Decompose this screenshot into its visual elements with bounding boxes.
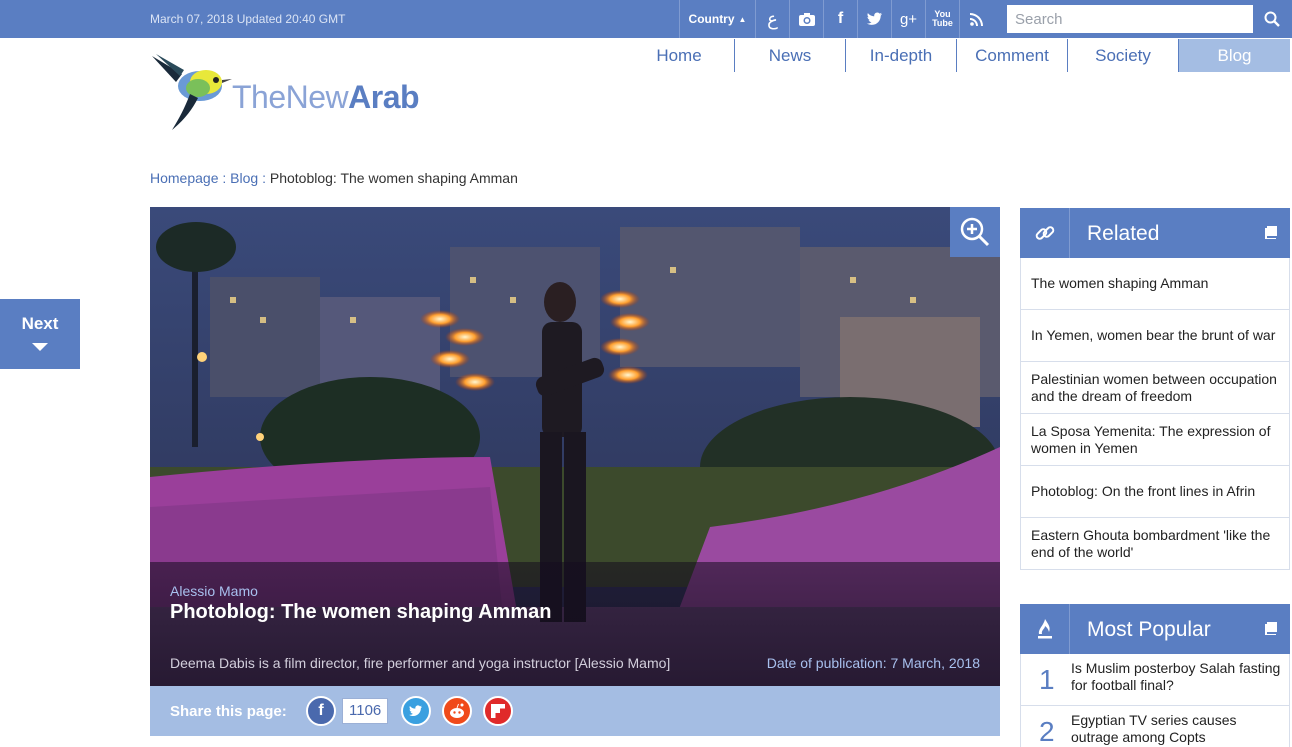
site-logo[interactable]: TheNewArab <box>150 50 450 134</box>
search-input[interactable] <box>1007 5 1253 33</box>
publication-date: Date of publication: 7 March, 2018 <box>766 655 980 671</box>
link-icon <box>1020 208 1070 258</box>
flipboard-share-button[interactable] <box>483 696 513 726</box>
related-item[interactable]: La Sposa Yemenita: The expression of wom… <box>1020 414 1290 466</box>
most-popular-panel: Most Popular 1 Is Muslim posterboy Salah… <box>1020 604 1290 747</box>
google-plus-icon[interactable]: g+ <box>891 0 925 38</box>
rss-icon[interactable] <box>959 0 993 38</box>
related-panel: Related The women shaping Amman In Yemen… <box>1020 208 1290 570</box>
hero-photo: Alessio Mamo Photoblog: The women shapin… <box>150 207 1000 686</box>
breadcrumb-separator: : <box>258 170 270 186</box>
logo-text-light: TheNew <box>232 79 349 115</box>
facebook-icon: f <box>318 702 324 719</box>
next-article-tab[interactable]: Next <box>0 299 80 369</box>
related-item[interactable]: In Yemen, women bear the brunt of war <box>1020 310 1290 362</box>
logo-text-bold: Arab <box>348 79 420 115</box>
main-nav: Home News In-depth Comment Society Blog <box>624 39 1290 72</box>
related-title: Related <box>1087 222 1160 245</box>
nav-blog[interactable]: Blog <box>1179 39 1290 72</box>
breadcrumb-blog[interactable]: Blog <box>230 170 258 186</box>
nav-news[interactable]: News <box>735 39 846 72</box>
country-selector[interactable]: Country ▲ <box>679 0 755 38</box>
arabic-label: ع <box>767 8 778 29</box>
twitter-icon <box>409 705 422 717</box>
breadcrumb: Homepage : Blog : Photoblog: The women s… <box>150 170 518 186</box>
caret-up-icon: ▲ <box>738 14 747 24</box>
breadcrumb-home[interactable]: Homepage <box>150 170 219 186</box>
facebook-icon[interactable]: f <box>823 0 857 38</box>
zoom-button[interactable] <box>950 207 1000 257</box>
facebook-share-count: 1106 <box>342 698 389 724</box>
top-bar-icons: Country ▲ ع f g+ You Tube <box>679 0 993 38</box>
related-item[interactable]: Photoblog: On the front lines in Afrin <box>1020 466 1290 518</box>
logo-wordmark: TheNewArab <box>232 79 420 116</box>
article-title: Photoblog: The women shaping Amman <box>170 601 552 623</box>
nav-society[interactable]: Society <box>1068 39 1179 72</box>
photo-caption: Deema Dabis is a film director, fire per… <box>170 655 671 671</box>
zoom-in-icon <box>960 217 990 247</box>
twitter-share-button[interactable] <box>401 696 431 726</box>
book-icon <box>1265 226 1277 239</box>
chevron-down-icon <box>32 343 48 351</box>
facebook-share-button[interactable]: f <box>306 696 336 726</box>
flipboard-icon <box>491 704 505 718</box>
most-popular-title: Most Popular <box>1087 618 1211 641</box>
related-item[interactable]: Eastern Ghouta bombardment 'like the end… <box>1020 518 1290 570</box>
related-item[interactable]: The women shaping Amman <box>1020 258 1290 310</box>
most-popular-header: Most Popular <box>1020 604 1290 654</box>
country-label: Country <box>688 12 735 26</box>
book-icon <box>1265 622 1277 635</box>
bird-logo-icon <box>152 54 232 130</box>
camera-icon[interactable] <box>789 0 823 38</box>
nav-comment[interactable]: Comment <box>957 39 1068 72</box>
youtube-icon[interactable]: You Tube <box>925 0 959 38</box>
twitter-icon[interactable] <box>857 0 891 38</box>
arabic-language-link[interactable]: ع <box>755 0 789 38</box>
reddit-share-button[interactable] <box>442 696 472 726</box>
related-item[interactable]: Palestinian women between occupation and… <box>1020 362 1290 414</box>
popular-rank: 2 <box>1039 716 1055 747</box>
popular-headline: Egyptian TV series causes outrage among … <box>1071 712 1237 745</box>
popular-item[interactable]: 1 Is Muslim posterboy Salah fasting for … <box>1020 654 1290 706</box>
top-bar: March 07, 2018 Updated 20:40 GMT Country… <box>0 0 1292 38</box>
share-label: Share this page: <box>170 703 287 720</box>
nav-in-depth[interactable]: In-depth <box>846 39 957 72</box>
reddit-icon <box>450 703 464 718</box>
related-header: Related <box>1020 208 1290 258</box>
author-link[interactable]: Alessio Mamo <box>170 583 258 599</box>
breadcrumb-current: Photoblog: The women shaping Amman <box>269 170 518 186</box>
nav-home[interactable]: Home <box>624 39 735 72</box>
share-bar: Share this page: f 1106 <box>150 686 1000 736</box>
breadcrumb-separator: : <box>218 170 231 186</box>
popular-headline: Is Muslim posterboy Salah fasting for fo… <box>1071 660 1281 693</box>
flame-icon <box>1020 604 1070 654</box>
search-button[interactable] <box>1256 0 1288 38</box>
popular-item[interactable]: 2 Egyptian TV series causes outrage amon… <box>1020 706 1290 747</box>
search-icon <box>1264 11 1280 27</box>
popular-rank: 1 <box>1039 664 1055 695</box>
next-label: Next <box>21 314 59 333</box>
update-date: March 07, 2018 Updated 20:40 GMT <box>150 12 346 26</box>
